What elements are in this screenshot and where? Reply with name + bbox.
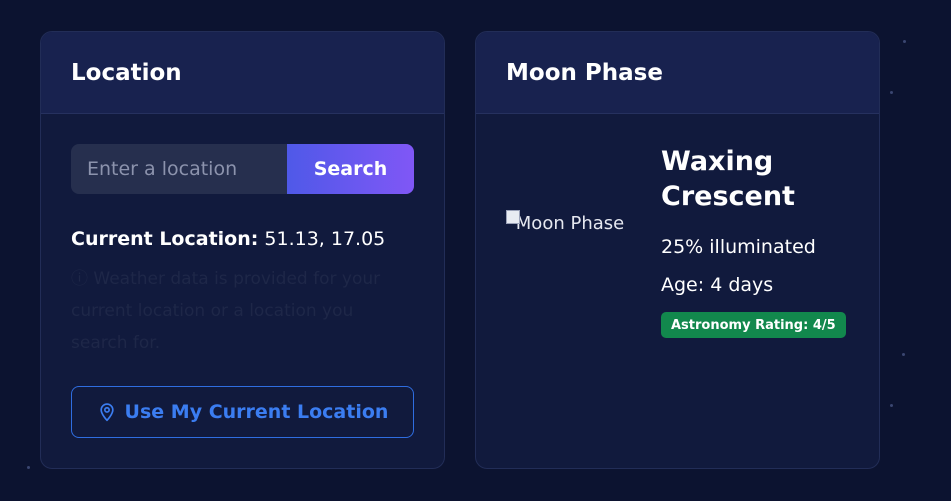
location-info-note: ⓘ Weather data is provided for your curr…: [71, 269, 381, 353]
map-pin-icon: [99, 403, 114, 422]
location-search-input[interactable]: [71, 144, 287, 194]
moon-phase-image: Moon Phase: [506, 208, 634, 240]
star-dot: [890, 404, 893, 407]
star-dot: [27, 466, 30, 469]
search-row: Search: [71, 144, 414, 194]
moon-age: Age: 4 days: [661, 274, 774, 296]
broken-image-icon: [506, 210, 520, 224]
current-location: Current Location: 51.13, 17.05: [71, 228, 385, 250]
search-button[interactable]: Search: [287, 144, 414, 194]
moon-phase-name: Waxing Crescent: [661, 146, 795, 212]
moon-phase-card: Moon Phase Moon Phase Waxing Crescent 25…: [475, 31, 880, 469]
moon-card-title: Moon Phase: [506, 59, 663, 86]
astronomy-rating-badge: Astronomy Rating: 4/5: [661, 312, 846, 338]
location-card: Location Search Current Location: 51.13,…: [40, 31, 445, 469]
current-location-value: 51.13, 17.05: [264, 228, 386, 250]
moon-image-alt-text: Moon Phase: [515, 213, 625, 234]
moon-card-header: Moon Phase: [476, 32, 879, 114]
location-card-title: Location: [71, 59, 182, 86]
current-location-label: Current Location:: [71, 228, 259, 250]
star-dot: [903, 40, 906, 43]
use-current-location-button[interactable]: Use My Current Location: [71, 386, 414, 438]
star-dot: [902, 353, 905, 356]
use-current-location-label: Use My Current Location: [124, 401, 389, 423]
star-dot: [890, 91, 893, 94]
moon-illumination: 25% illuminated: [661, 236, 816, 258]
location-card-header: Location: [41, 32, 444, 114]
